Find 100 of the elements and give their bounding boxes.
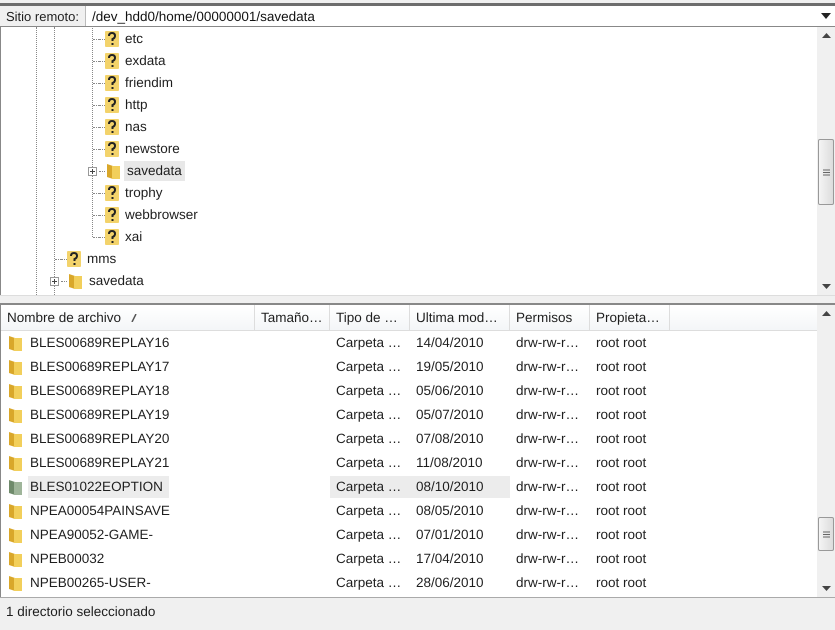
tree-item-label[interactable]: nas <box>122 117 150 137</box>
file-name-cell[interactable]: BLES00689REPLAY17 <box>28 356 176 378</box>
table-cell-text: root root <box>595 406 648 424</box>
tree-item-label[interactable]: savedata <box>124 161 185 181</box>
tree-item-label[interactable]: webbrowser <box>122 205 201 225</box>
table-cell: 08/10/2010 <box>410 476 510 498</box>
table-cell-text: drw-rw-r… <box>515 502 580 520</box>
table-cell-text: drw-rw-r… <box>515 358 580 376</box>
table-cell-text: 07/01/2010 <box>415 526 485 544</box>
tree-item-label[interactable]: etc <box>122 29 146 49</box>
tree-item-label[interactable]: exdata <box>122 51 169 71</box>
question-mark-icon <box>105 229 119 245</box>
column-header[interactable]: Permisos <box>510 305 590 330</box>
table-cell-text: drw-rw-r… <box>515 406 580 424</box>
table-cell-text: root root <box>595 526 648 544</box>
file-name-cell[interactable]: NPEB00265-USER- <box>28 572 157 594</box>
folder-icon <box>105 162 121 180</box>
folder-icon <box>7 382 23 400</box>
tree-item-label[interactable]: mms <box>84 249 120 269</box>
table-cell-text: root root <box>595 574 648 592</box>
table-cell-text: root root <box>595 478 648 496</box>
table-cell-text: drw-rw-r… <box>515 574 580 592</box>
question-mark-icon <box>105 97 119 113</box>
folder-icon <box>67 272 83 290</box>
table-cell-text: Carpeta … <box>335 550 402 568</box>
file-name-cell[interactable]: BLES01022EOPTION <box>28 476 169 498</box>
table-cell-text: root root <box>595 454 648 472</box>
column-header[interactable]: Tamaño… <box>255 305 330 330</box>
column-header[interactable]: Ultima mod… <box>410 305 510 330</box>
table-cell-text: Carpeta … <box>335 358 402 376</box>
folder-icon <box>7 454 23 472</box>
expand-plus-icon[interactable] <box>50 276 58 286</box>
table-cell: Carpeta … <box>330 476 410 498</box>
question-mark-icon <box>105 31 119 47</box>
scroll-down-icon[interactable] <box>822 284 830 289</box>
column-header[interactable]: Propieta… <box>590 305 670 330</box>
tree-item-label[interactable]: http <box>122 95 151 115</box>
table-cell-text: Carpeta … <box>335 454 402 472</box>
tree-item-label[interactable]: trophy <box>122 183 166 203</box>
column-header[interactable]: Tipo de … <box>330 305 410 330</box>
table-cell-text: Carpeta … <box>335 334 402 352</box>
question-mark-icon <box>105 141 119 157</box>
folder-icon <box>7 574 23 592</box>
table-cell-text: 17/04/2010 <box>415 550 485 568</box>
tree-item-label[interactable]: newstore <box>122 139 183 159</box>
scroll-down-icon[interactable] <box>822 586 830 591</box>
question-mark-icon <box>105 75 119 91</box>
question-mark-icon <box>67 251 81 267</box>
file-name-cell[interactable]: NPEA00054PAINSAVE <box>28 500 176 522</box>
tree-item-label[interactable]: friendim <box>122 73 176 93</box>
folder-icon <box>7 430 23 448</box>
question-mark-icon <box>105 185 119 201</box>
file-name-cell[interactable]: BLES00689REPLAY20 <box>28 428 176 450</box>
folder-icon <box>7 406 23 424</box>
table-cell-text: 08/05/2010 <box>415 502 485 520</box>
table-cell-text: root root <box>595 430 648 448</box>
table-cell-text: drw-rw-r… <box>515 478 580 496</box>
tree-item-label[interactable]: xai <box>122 227 146 247</box>
table-cell-text: 05/07/2010 <box>415 406 485 424</box>
file-name-cell[interactable]: NPEB00032 <box>28 548 110 570</box>
table-cell-text: drw-rw-r… <box>515 454 580 472</box>
scroll-up-icon[interactable] <box>822 33 830 38</box>
expand-plus-icon[interactable] <box>88 166 96 176</box>
folder-icon <box>7 358 23 376</box>
scrollbar-thumb[interactable] <box>818 139 834 205</box>
folder-icon <box>7 334 23 352</box>
table-cell-text: drw-rw-r… <box>515 382 580 400</box>
tree-item-label[interactable]: savedata <box>86 271 147 291</box>
folder-icon <box>7 550 23 568</box>
question-mark-icon <box>105 119 119 135</box>
table-cell-text: root root <box>595 358 648 376</box>
folder-icon <box>7 502 23 520</box>
question-mark-icon <box>105 53 119 69</box>
table-cell-text: drw-rw-r… <box>515 334 580 352</box>
folder-icon <box>7 526 23 544</box>
table-cell-text: drw-rw-r… <box>515 526 580 544</box>
table-cell-text: Carpeta … <box>335 502 402 520</box>
scrollbar-thumb[interactable] <box>818 517 834 551</box>
dropdown-caret-icon[interactable] <box>821 13 831 19</box>
table-cell-text: root root <box>595 502 648 520</box>
folder-icon <box>7 478 23 496</box>
file-name-cell[interactable]: BLES00689REPLAY18 <box>28 380 176 402</box>
file-name-cell[interactable]: NPEA90052-GAME- <box>28 524 160 546</box>
path-combobox[interactable]: /dev_hdd0/home/00000001/savedata <box>86 6 835 26</box>
table-cell-text: 05/06/2010 <box>415 382 485 400</box>
table-cell-text: root root <box>595 334 648 352</box>
table-cell-text: root root <box>595 550 648 568</box>
file-name-cell[interactable]: BLES00689REPLAY19 <box>28 404 176 426</box>
scroll-up-icon[interactable] <box>822 311 830 316</box>
column-header[interactable]: Nombre de archivo <box>1 305 255 330</box>
table-cell-text: Carpeta … <box>335 406 402 424</box>
file-name-cell[interactable]: BLES00689REPLAY21 <box>28 452 176 474</box>
file-name-cell[interactable]: BLES00689REPLAY16 <box>28 332 176 354</box>
table-cell-text: root root <box>595 382 648 400</box>
grip-icon <box>822 530 830 538</box>
table-cell-text: 28/06/2010 <box>415 574 485 592</box>
table-cell-text: 11/08/2010 <box>415 454 484 472</box>
table-cell-text: 14/04/2010 <box>415 334 485 352</box>
table-cell-text: 19/05/2010 <box>415 358 485 376</box>
table-cell-text: Carpeta … <box>335 430 402 448</box>
